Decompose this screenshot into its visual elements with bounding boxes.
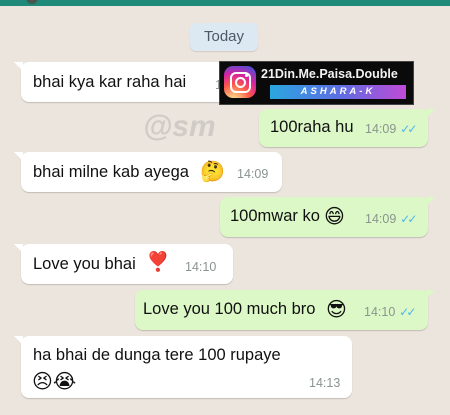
- message-text: Love you 100 much bro: [143, 300, 316, 318]
- bubble-tail: [426, 197, 435, 206]
- bubble-tail: [14, 152, 23, 161]
- watermark-text: @sm: [143, 110, 216, 143]
- bubble-tail: [14, 62, 23, 71]
- message-bubble-outgoing[interactable]: 100mwar ko 😄 14:09 ✓✓: [220, 197, 435, 237]
- message-text: bhai milne kab ayega: [33, 163, 189, 181]
- message-time: 14:13: [309, 376, 341, 390]
- crying-face-emoji-icon: 😣😭: [32, 371, 77, 393]
- message-bubble-incoming[interactable]: bhai kya kar raha hai 14: [14, 62, 233, 102]
- read-ticks-icon: ✓✓: [400, 122, 417, 136]
- message-time: 14:09: [365, 212, 397, 226]
- message-time: 14:09: [365, 122, 397, 136]
- message-meta: 14:09 ✓✓: [365, 212, 417, 226]
- message-time: 14:09: [237, 167, 269, 181]
- sunglasses-face-emoji-icon: 😎: [326, 299, 347, 321]
- message-text: Love you bhai: [33, 255, 136, 273]
- bubble-tail: [426, 290, 435, 299]
- message-bubble-incoming[interactable]: bhai milne kab ayega 🤔 14:09: [14, 152, 282, 192]
- date-divider: Today: [190, 23, 258, 51]
- message-meta: 14:09 ✓✓: [365, 122, 417, 136]
- promo-subtitle: ASHARA-K: [270, 85, 406, 99]
- bubble-tail: [14, 244, 23, 253]
- heart-exclamation-emoji-icon: ❣️: [146, 252, 170, 273]
- chat-header-edge: [0, 0, 450, 6]
- read-ticks-icon: ✓✓: [399, 305, 416, 319]
- message-bubble-outgoing[interactable]: 100raha hu 14:09 ✓✓: [259, 109, 435, 147]
- instagram-promo-banner[interactable]: 21Din.Me.Paisa.Double ASHARA-K: [219, 61, 414, 105]
- message-meta: 14:10 ✓✓: [364, 305, 416, 319]
- read-ticks-icon: ✓✓: [400, 212, 417, 226]
- promo-title: 21Din.Me.Paisa.Double: [261, 67, 398, 81]
- instagram-logo-icon: [224, 66, 256, 98]
- thinking-face-emoji-icon: 🤔: [200, 161, 225, 183]
- message-time: 14:10: [364, 305, 396, 319]
- grinning-face-emoji-icon: 😄: [324, 206, 345, 228]
- message-bubble-outgoing[interactable]: Love you 100 much bro 😎 14:10 ✓✓: [135, 290, 435, 330]
- message-bubble-incoming[interactable]: ha bhai de dunga tere 100 rupaye 😣😭 14:1…: [14, 336, 352, 398]
- message-text: bhai kya kar raha hai: [33, 73, 187, 91]
- message-text: ha bhai de dunga tere 100 rupaye: [33, 346, 281, 364]
- bubble-tail: [426, 109, 435, 118]
- header-avatar[interactable]: [26, 0, 38, 4]
- message-text: 100mwar ko: [230, 207, 320, 225]
- message-bubble-incoming[interactable]: Love you bhai ❣️ 14:10: [14, 244, 233, 284]
- message-time: 14:10: [185, 260, 217, 274]
- bubble-tail: [14, 336, 23, 345]
- message-text: 100raha hu: [270, 118, 354, 136]
